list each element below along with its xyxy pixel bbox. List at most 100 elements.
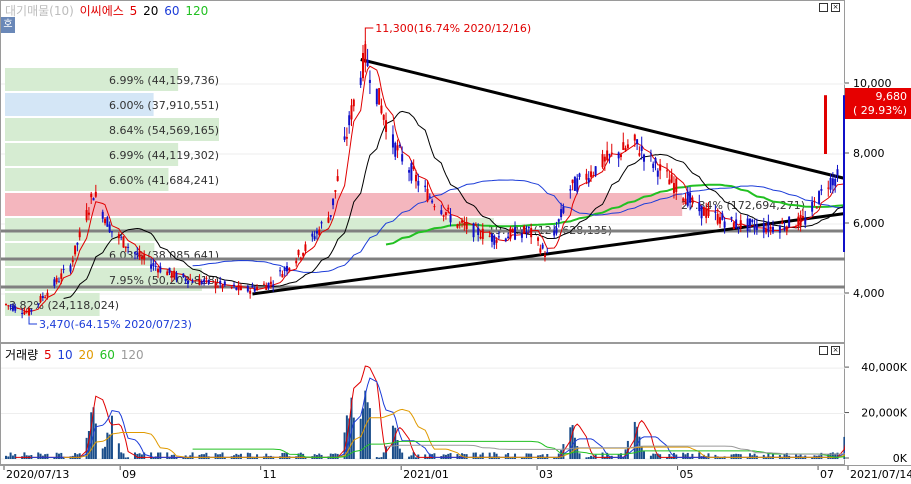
candle-body <box>714 212 716 213</box>
candle-body <box>473 223 475 237</box>
candle-body <box>102 212 104 219</box>
volume-tick-label: 40,000K <box>861 361 907 374</box>
volume-bar <box>284 453 286 459</box>
candle-body <box>440 210 442 214</box>
candle-body <box>643 155 645 162</box>
candle-body <box>477 228 479 235</box>
candle-body <box>152 263 154 266</box>
volume-ma120-line <box>386 445 846 454</box>
candle-body <box>655 158 657 163</box>
candle-body <box>235 288 237 290</box>
candle-body <box>397 145 399 150</box>
candle-body <box>475 224 477 225</box>
volume-maximize-button[interactable] <box>819 346 828 355</box>
volume-bar <box>618 454 620 459</box>
volume-bar <box>466 454 468 459</box>
volume-bar <box>735 454 737 459</box>
candle-body <box>820 189 822 191</box>
volume-bar <box>401 453 403 459</box>
legend-indicator-label: 대기매물(10) <box>5 4 74 18</box>
candle-body <box>747 219 749 232</box>
volume-bar <box>380 457 382 459</box>
candle-body <box>717 214 719 224</box>
candle-body <box>157 269 159 273</box>
candle-body <box>93 198 95 200</box>
candle-body <box>380 106 382 114</box>
volume-bar <box>104 447 106 459</box>
price-chart-panel[interactable]: 대기매물(10) 이씨에스 5 20 60 120 호 × 6.99% (44,… <box>0 0 845 343</box>
volume-profile-label: 8.64% (54,569,165) <box>109 124 219 137</box>
volume-bar <box>46 454 48 459</box>
candle-body <box>417 181 419 186</box>
volume-bar <box>443 454 445 459</box>
candle-body <box>46 293 48 297</box>
volume-bar <box>655 454 657 459</box>
volume-bar <box>733 454 735 459</box>
candle-body <box>482 229 484 239</box>
candle-body <box>125 247 127 249</box>
volume-bar <box>14 454 16 459</box>
volume-bar <box>318 454 320 459</box>
candle-body <box>719 217 721 224</box>
volume-bar <box>330 454 332 459</box>
candle-body <box>521 234 523 238</box>
candle-body <box>28 308 30 315</box>
candle-body <box>666 170 668 171</box>
candle-body <box>281 274 283 277</box>
candle-body <box>804 218 806 224</box>
volume-close-button[interactable]: × <box>831 346 840 355</box>
volume-bar <box>58 454 60 459</box>
volume-bar <box>37 452 39 459</box>
candle-body <box>512 229 514 232</box>
candle-body <box>318 229 320 235</box>
candle-body <box>641 146 643 151</box>
price-legend: 대기매물(10) 이씨에스 5 20 60 120 <box>5 2 210 19</box>
volume-bar <box>731 454 733 459</box>
candle-body <box>786 227 788 232</box>
candle-body <box>834 179 836 186</box>
candle-body <box>86 210 88 220</box>
price-axis: 10,0008,0006,0004,0009,680( 29.93%) <box>845 0 911 343</box>
candle-body <box>159 266 161 272</box>
volume-bar <box>217 454 219 459</box>
volume-bar <box>125 457 127 459</box>
candle-body <box>30 310 32 312</box>
candle-body <box>749 219 751 227</box>
volume-bar <box>749 453 751 459</box>
volume-bar <box>832 452 834 459</box>
volume-bar <box>118 443 120 459</box>
candle-body <box>346 137 348 139</box>
candle-body <box>171 272 173 277</box>
volume-bar <box>215 453 217 459</box>
volume-bar <box>668 454 670 459</box>
side-tab[interactable]: 호 <box>1 17 15 33</box>
legend-ma60: 60 <box>164 4 179 18</box>
candle-body <box>443 215 445 216</box>
x-tick-label: 07 <box>820 468 834 481</box>
volume-bar <box>493 452 495 459</box>
candle-body <box>350 105 352 119</box>
candle-body <box>139 251 141 257</box>
volume-bar <box>334 453 336 459</box>
close-button[interactable]: × <box>831 3 840 12</box>
candle-body <box>553 231 555 236</box>
candle-body <box>268 283 270 288</box>
candle-body <box>169 268 171 273</box>
candle-body <box>265 285 267 290</box>
candle-body <box>40 296 42 302</box>
price-chart-svg: 6.99% (44,159,736)6.00% (37,910,551)8.64… <box>1 1 846 344</box>
price-axis-svg: 10,0008,0006,0004,0009,680( 29.93%) <box>845 0 911 343</box>
candle-body <box>215 282 217 288</box>
candle-body <box>579 174 581 177</box>
candle-body <box>528 227 530 228</box>
volume-axis: 40,000K20,000K0K <box>845 343 911 465</box>
candle-body <box>72 260 74 262</box>
maximize-button[interactable] <box>819 3 828 12</box>
volume-bar <box>166 452 168 459</box>
candle-body <box>652 164 654 168</box>
candle-body <box>489 236 491 237</box>
candle-body <box>240 286 242 290</box>
candle-body <box>279 270 281 271</box>
volume-chart-panel[interactable]: 거래량 5 10 20 60 120 × <box>0 343 845 465</box>
volume-bar <box>376 457 378 459</box>
